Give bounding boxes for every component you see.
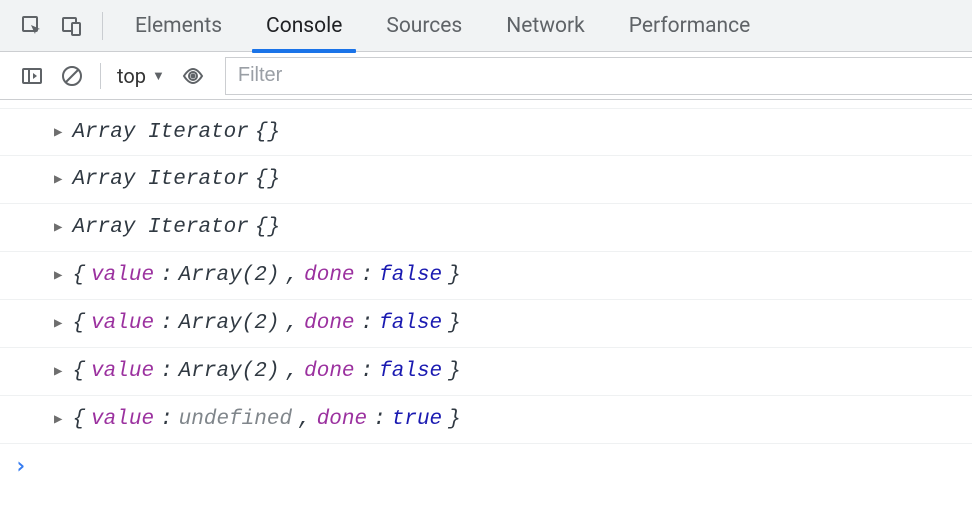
tab-network[interactable]: Network	[484, 0, 607, 52]
devtools-tab-bar: Elements Console Sources Network Perform…	[0, 0, 972, 52]
console-log-row[interactable]: ▶{value: Array(2), done: false}	[0, 300, 972, 348]
log-prop-value: false	[379, 360, 442, 383]
log-prop-value: undefined	[179, 408, 292, 431]
tab-performance[interactable]: Performance	[607, 0, 772, 52]
execution-context-selector[interactable]: top ▼	[109, 64, 173, 88]
log-prop-value: false	[379, 312, 442, 335]
log-prop-name: done	[304, 360, 354, 383]
clear-console-icon[interactable]	[52, 52, 92, 100]
filter-input[interactable]	[225, 57, 972, 95]
log-prop-name: value	[91, 312, 154, 335]
tab-sources[interactable]: Sources	[364, 0, 484, 52]
expand-triangle-icon[interactable]: ▶	[54, 411, 62, 428]
log-prop-value: true	[392, 408, 442, 431]
prompt-caret-icon: ›	[14, 454, 27, 479]
log-prop-name: value	[91, 360, 154, 383]
expand-triangle-icon[interactable]: ▶	[54, 267, 62, 284]
live-expression-icon[interactable]	[173, 52, 213, 100]
log-prop-value: Array(2)	[179, 312, 280, 335]
log-braces: {}	[255, 121, 280, 144]
log-prop-name: done	[317, 408, 367, 431]
tab-elements[interactable]: Elements	[113, 0, 244, 52]
console-log-row[interactable]: ▶ Array Iterator {}	[0, 204, 972, 252]
divider	[102, 12, 103, 40]
expand-triangle-icon[interactable]: ▶	[54, 219, 62, 236]
console-log-row[interactable]: ▶{value: Array(2), done: false}	[0, 348, 972, 396]
log-prop-name: done	[304, 264, 354, 287]
console-log-row[interactable]: ▶ Array Iterator {}	[0, 156, 972, 204]
toggle-sidebar-icon[interactable]	[12, 52, 52, 100]
expand-triangle-icon[interactable]: ▶	[54, 363, 62, 380]
log-class-name: Array Iterator	[72, 216, 248, 239]
expand-triangle-icon[interactable]: ▶	[54, 124, 62, 141]
log-class-name: Array Iterator	[72, 168, 248, 191]
log-prop-value: Array(2)	[179, 360, 280, 383]
log-prop-name: done	[304, 312, 354, 335]
expand-triangle-icon[interactable]: ▶	[54, 315, 62, 332]
inspect-element-icon[interactable]	[12, 0, 52, 52]
log-prop-name: value	[91, 408, 154, 431]
dropdown-triangle-icon: ▼	[152, 68, 165, 84]
log-braces: {}	[255, 216, 280, 239]
console-toolbar: top ▼	[0, 52, 972, 100]
log-braces: {}	[255, 168, 280, 191]
console-log-row[interactable]: ▶{value: Array(2), done: false}	[0, 252, 972, 300]
device-toggle-icon[interactable]	[52, 0, 92, 52]
log-prop-value: false	[379, 264, 442, 287]
console-output: ▶ Array Iterator {} ▶ Array Iterator {} ▶ Arr…	[0, 108, 972, 444]
expand-triangle-icon[interactable]: ▶	[54, 171, 62, 188]
console-log-row[interactable]: ▶{value: undefined, done: true}	[0, 396, 972, 444]
console-log-row[interactable]: ▶ Array Iterator {}	[0, 108, 972, 156]
log-class-name: Array Iterator	[72, 121, 248, 144]
execution-context-label: top	[117, 64, 146, 88]
tab-console[interactable]: Console	[244, 0, 364, 52]
console-prompt[interactable]: ›	[0, 444, 972, 488]
log-prop-value: Array(2)	[179, 264, 280, 287]
divider	[100, 63, 101, 89]
log-prop-name: value	[91, 264, 154, 287]
